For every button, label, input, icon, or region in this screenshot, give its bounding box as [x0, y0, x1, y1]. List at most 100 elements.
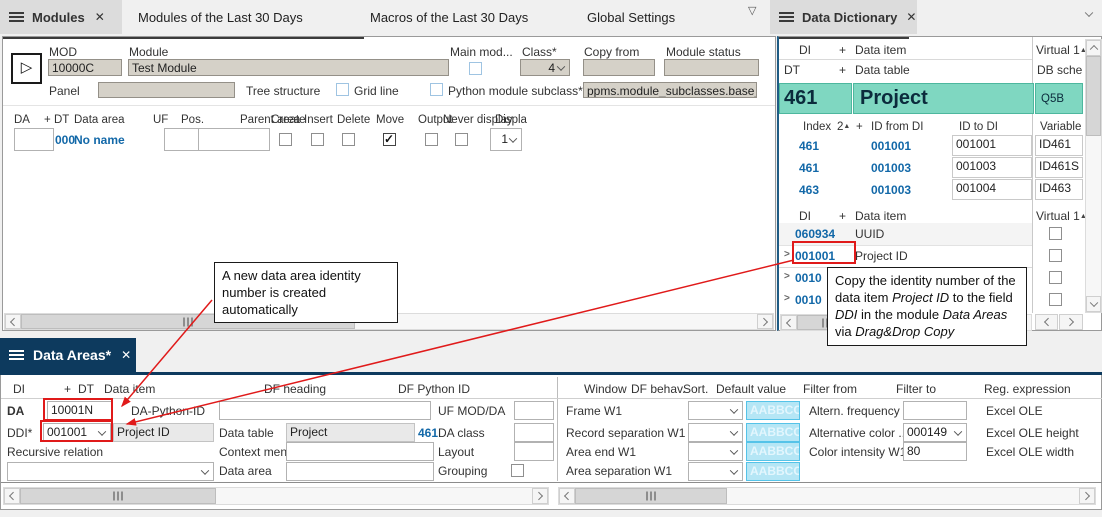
- tab-modules-last-30-days[interactable]: Modules of the Last 30 Days: [138, 0, 303, 34]
- move-checkbox[interactable]: [383, 133, 396, 146]
- create-checkbox[interactable]: [279, 133, 292, 146]
- df-python-id-header[interactable]: DF Python ID: [398, 382, 470, 396]
- item-name[interactable]: UUID: [855, 227, 884, 241]
- virtual-checkbox[interactable]: [1049, 293, 1062, 306]
- di-header[interactable]: DI: [799, 43, 811, 57]
- virtual-checkbox[interactable]: [1049, 249, 1062, 262]
- tab-macros-last-30-days[interactable]: Macros of the Last 30 Days: [370, 0, 528, 34]
- hamburger-icon[interactable]: [779, 11, 794, 23]
- selected-table-id-cell[interactable]: 461: [779, 83, 852, 114]
- frame-w1-select[interactable]: [688, 401, 743, 420]
- col-uf[interactable]: UF: [153, 114, 168, 126]
- window-header[interactable]: Window: [584, 382, 627, 396]
- virtual-checkbox[interactable]: [1049, 271, 1062, 284]
- variable-cell[interactable]: ID463: [1035, 179, 1083, 200]
- close-icon[interactable]: ✕: [121, 348, 131, 362]
- index-cell[interactable]: 463: [799, 183, 819, 197]
- area-row-pos-field[interactable]: [164, 128, 199, 151]
- layout-field[interactable]: [514, 442, 554, 461]
- module-field[interactable]: Test Module: [128, 59, 449, 76]
- panel-collapse-chevron-icon[interactable]: [1080, 6, 1098, 22]
- scroll-left-icon[interactable]: [781, 315, 797, 330]
- alternative-color-field[interactable]: 000149: [903, 423, 967, 442]
- dictionary-vscrollbar[interactable]: [1085, 39, 1102, 313]
- class-select[interactable]: 4: [520, 59, 570, 76]
- frame-w1-color-field[interactable]: AABBCC: [746, 401, 800, 420]
- expand-icon[interactable]: >: [784, 293, 790, 304]
- id-from-cell[interactable]: 001001: [871, 139, 911, 153]
- id-from-cell[interactable]: 001003: [871, 161, 911, 175]
- module-status-field[interactable]: [664, 59, 759, 76]
- item-di[interactable]: 0010: [795, 293, 822, 307]
- scrollbar-thumb[interactable]: [20, 488, 216, 504]
- tab-data-dictionary[interactable]: Data Dictionary ✕: [770, 0, 917, 34]
- col-dt[interactable]: DT: [54, 114, 69, 126]
- close-icon[interactable]: ✕: [906, 10, 916, 24]
- add-icon[interactable]: +: [839, 43, 846, 57]
- id-to-cell[interactable]: 001004: [952, 179, 1032, 200]
- tab-list-caret-icon[interactable]: ▽: [748, 4, 756, 17]
- col-pos[interactable]: Pos.: [181, 114, 204, 126]
- data-areas-left-hscrollbar[interactable]: [3, 487, 549, 505]
- variable-header[interactable]: Variable: [1040, 121, 1081, 133]
- altern-frequency-field[interactable]: [903, 401, 967, 420]
- dt-header[interactable]: DT: [784, 63, 800, 77]
- col-da[interactable]: DA: [14, 114, 30, 126]
- col-move[interactable]: Move: [376, 114, 404, 126]
- grid-line-checkbox[interactable]: [336, 83, 349, 96]
- python-subclass-field[interactable]: ppms.module_subclasses.base_clas: [583, 82, 757, 98]
- area-row-parent-field[interactable]: [198, 128, 270, 151]
- dt-header[interactable]: DT: [78, 382, 94, 396]
- add-icon[interactable]: +: [64, 382, 71, 396]
- record-separation-select[interactable]: [688, 423, 743, 442]
- never-display-checkbox[interactable]: [455, 133, 468, 146]
- area-row-da-field[interactable]: [14, 128, 54, 151]
- ddi-item-field[interactable]: Project ID: [113, 423, 214, 442]
- panel-field[interactable]: [98, 82, 235, 98]
- close-icon[interactable]: ✕: [95, 10, 105, 24]
- di-header[interactable]: DI: [13, 382, 25, 396]
- add-row-icon[interactable]: +: [44, 114, 51, 126]
- data-table-header[interactable]: Data table: [855, 63, 910, 77]
- da-class-field[interactable]: [514, 423, 554, 442]
- color-intensity-field[interactable]: 80: [903, 442, 967, 461]
- add-icon[interactable]: +: [839, 209, 846, 223]
- scrollbar-thumb[interactable]: [1086, 56, 1101, 136]
- data-table-field[interactable]: Project: [286, 423, 415, 442]
- insert-checkbox[interactable]: [311, 133, 324, 146]
- hamburger-icon[interactable]: [9, 349, 24, 361]
- id-to-di-header[interactable]: ID to DI: [959, 121, 998, 133]
- reg-expression-header[interactable]: Reg. expression: [984, 382, 1071, 396]
- scroll-up-icon[interactable]: [1086, 40, 1101, 56]
- run-module-button[interactable]: ▷: [11, 53, 42, 84]
- default-value-header[interactable]: Default value: [716, 382, 786, 396]
- selected-table-name-cell[interactable]: Project: [853, 83, 1034, 114]
- index-cell[interactable]: 461: [799, 139, 819, 153]
- scroll-right-icon[interactable]: [1059, 314, 1083, 330]
- virtual-header[interactable]: Virtual 1▲: [1036, 43, 1087, 57]
- grouping-checkbox[interactable]: [511, 464, 524, 477]
- variable-cell[interactable]: ID461: [1035, 135, 1083, 156]
- uf-field[interactable]: [514, 401, 554, 420]
- delete-checkbox[interactable]: [342, 133, 355, 146]
- tab-data-areas[interactable]: Data Areas* ✕: [0, 338, 136, 372]
- data-areas-right-hscrollbar[interactable]: [558, 487, 1096, 505]
- sort-header[interactable]: Sort.: [683, 382, 708, 396]
- id-from-cell[interactable]: 001003: [871, 183, 911, 197]
- df-heading-field[interactable]: [219, 401, 431, 420]
- filter-from-header[interactable]: Filter from: [803, 382, 857, 396]
- area-row-name[interactable]: No name: [74, 133, 125, 147]
- hamburger-icon[interactable]: [9, 11, 24, 23]
- record-separation-color-field[interactable]: AABBCC: [746, 423, 800, 442]
- tab-modules[interactable]: Modules ✕: [0, 0, 122, 34]
- copy-from-field[interactable]: [583, 59, 655, 76]
- item-name[interactable]: Project ID: [855, 249, 908, 263]
- scroll-right-icon[interactable]: [1079, 488, 1095, 504]
- df-heading-header[interactable]: DF heading: [264, 382, 326, 396]
- data-item-header[interactable]: Data item: [855, 209, 906, 223]
- item-di[interactable]: 060934: [795, 227, 835, 241]
- variable-cell[interactable]: ID461S: [1035, 157, 1083, 178]
- index-cell[interactable]: 461: [799, 161, 819, 175]
- area-separation-color-field[interactable]: AABBCC: [746, 462, 800, 481]
- scroll-right-icon[interactable]: [757, 314, 773, 329]
